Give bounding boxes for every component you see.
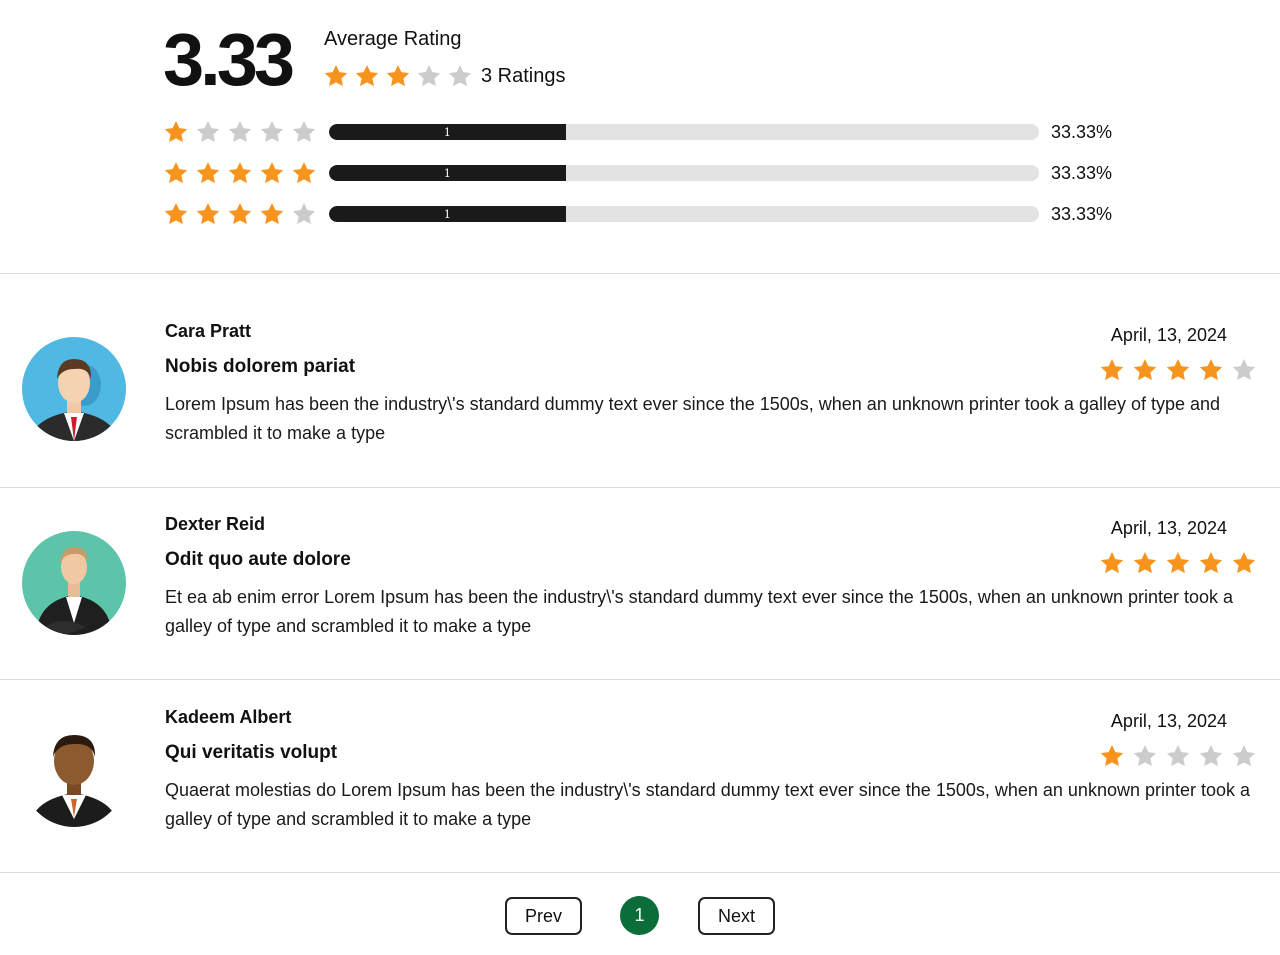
distribution-bar-fill: 1 <box>329 124 566 140</box>
distribution-percent: 33.33% <box>1051 163 1113 183</box>
star-icon <box>447 63 473 89</box>
distribution-row: 1 33.33% <box>163 159 1123 187</box>
review-item: Cara Pratt Nobis dolorem pariat Lorem Ip… <box>0 294 1280 486</box>
reviewer-name: Cara Pratt <box>165 321 252 341</box>
review-date: April, 13, 2024 <box>1110 711 1227 731</box>
review-date: April, 13, 2024 <box>1110 518 1227 538</box>
star-icon <box>323 63 349 89</box>
distribution-bar-track: 1 <box>329 124 1039 140</box>
review-title: Odit quo aute dolore <box>165 549 351 570</box>
star-icon <box>259 160 285 186</box>
star-icon <box>1132 357 1158 383</box>
review-title: Nobis dolorem pariat <box>165 356 356 377</box>
star-icon <box>1099 357 1125 383</box>
review-stars <box>1099 357 1257 383</box>
distribution-bar-fill: 1 <box>329 165 566 181</box>
review-date: April, 13, 2024 <box>1110 325 1227 345</box>
prev-button[interactable]: Prev <box>505 897 582 935</box>
reviewer-name: Dexter Reid <box>165 514 266 534</box>
star-icon <box>1099 743 1125 769</box>
star-icon <box>291 119 317 145</box>
star-icon <box>1198 743 1224 769</box>
review-stars <box>1099 550 1257 576</box>
star-icon <box>163 201 189 227</box>
star-icon <box>1165 357 1191 383</box>
star-icon <box>1099 550 1125 576</box>
avatar <box>22 337 126 441</box>
distribution-row: 1 33.33% <box>163 200 1123 228</box>
average-rating-value: 3.33 <box>163 18 295 101</box>
star-icon <box>1165 550 1191 576</box>
star-icon <box>1231 550 1257 576</box>
star-icon <box>1165 743 1191 769</box>
review-text: Lorem Ipsum has been the industry\'s sta… <box>165 394 1221 443</box>
review-title: Qui veritatis volupt <box>165 742 338 763</box>
distribution-bar-track: 1 <box>329 206 1039 222</box>
star-icon <box>195 201 221 227</box>
star-icon <box>291 201 317 227</box>
distribution-percent: 33.33% <box>1051 122 1113 142</box>
star-icon <box>354 63 380 89</box>
distribution-bar-fill: 1 <box>329 206 566 222</box>
star-icon <box>1198 550 1224 576</box>
star-icon <box>1231 357 1257 383</box>
review-item: Kadeem Albert Qui veritatis volupt Quaer… <box>0 680 1280 872</box>
average-rating-stars: 3 Ratings <box>323 63 566 89</box>
star-icon <box>227 119 253 145</box>
star-icon <box>227 160 253 186</box>
star-icon <box>1132 550 1158 576</box>
star-icon <box>163 119 189 145</box>
distribution-row: 1 33.33% <box>163 118 1123 146</box>
page-number-button[interactable]: 1 <box>620 896 659 935</box>
star-icon <box>195 160 221 186</box>
star-icon <box>259 201 285 227</box>
star-icon <box>259 119 285 145</box>
star-icon <box>1231 743 1257 769</box>
avatar <box>22 531 126 635</box>
star-icon <box>1198 357 1224 383</box>
star-icon <box>291 160 317 186</box>
distribution-stars <box>163 160 323 186</box>
star-icon <box>227 201 253 227</box>
review-item: Dexter Reid Odit quo aute dolore Et ea a… <box>0 487 1280 679</box>
review-text: Quaerat molestias do Lorem Ipsum has bee… <box>165 780 1251 829</box>
divider <box>0 872 1280 873</box>
distribution-bar-track: 1 <box>329 165 1039 181</box>
distribution-stars <box>163 201 323 227</box>
star-icon <box>1132 743 1158 769</box>
average-rating-label: Average Rating <box>324 28 462 50</box>
next-button[interactable]: Next <box>698 897 775 935</box>
star-icon <box>195 119 221 145</box>
ratings-count: 3 Ratings <box>481 64 566 87</box>
review-stars <box>1099 743 1257 769</box>
distribution-percent: 33.33% <box>1051 204 1113 224</box>
review-text: Et ea ab enim error Lorem Ipsum has been… <box>165 587 1234 636</box>
pagination: Prev 1 Next <box>0 896 1280 936</box>
reviewer-name: Kadeem Albert <box>165 707 292 727</box>
star-icon <box>163 160 189 186</box>
avatar <box>22 723 126 827</box>
distribution-stars <box>163 119 323 145</box>
star-icon <box>416 63 442 89</box>
divider <box>0 273 1280 274</box>
star-icon <box>385 63 411 89</box>
